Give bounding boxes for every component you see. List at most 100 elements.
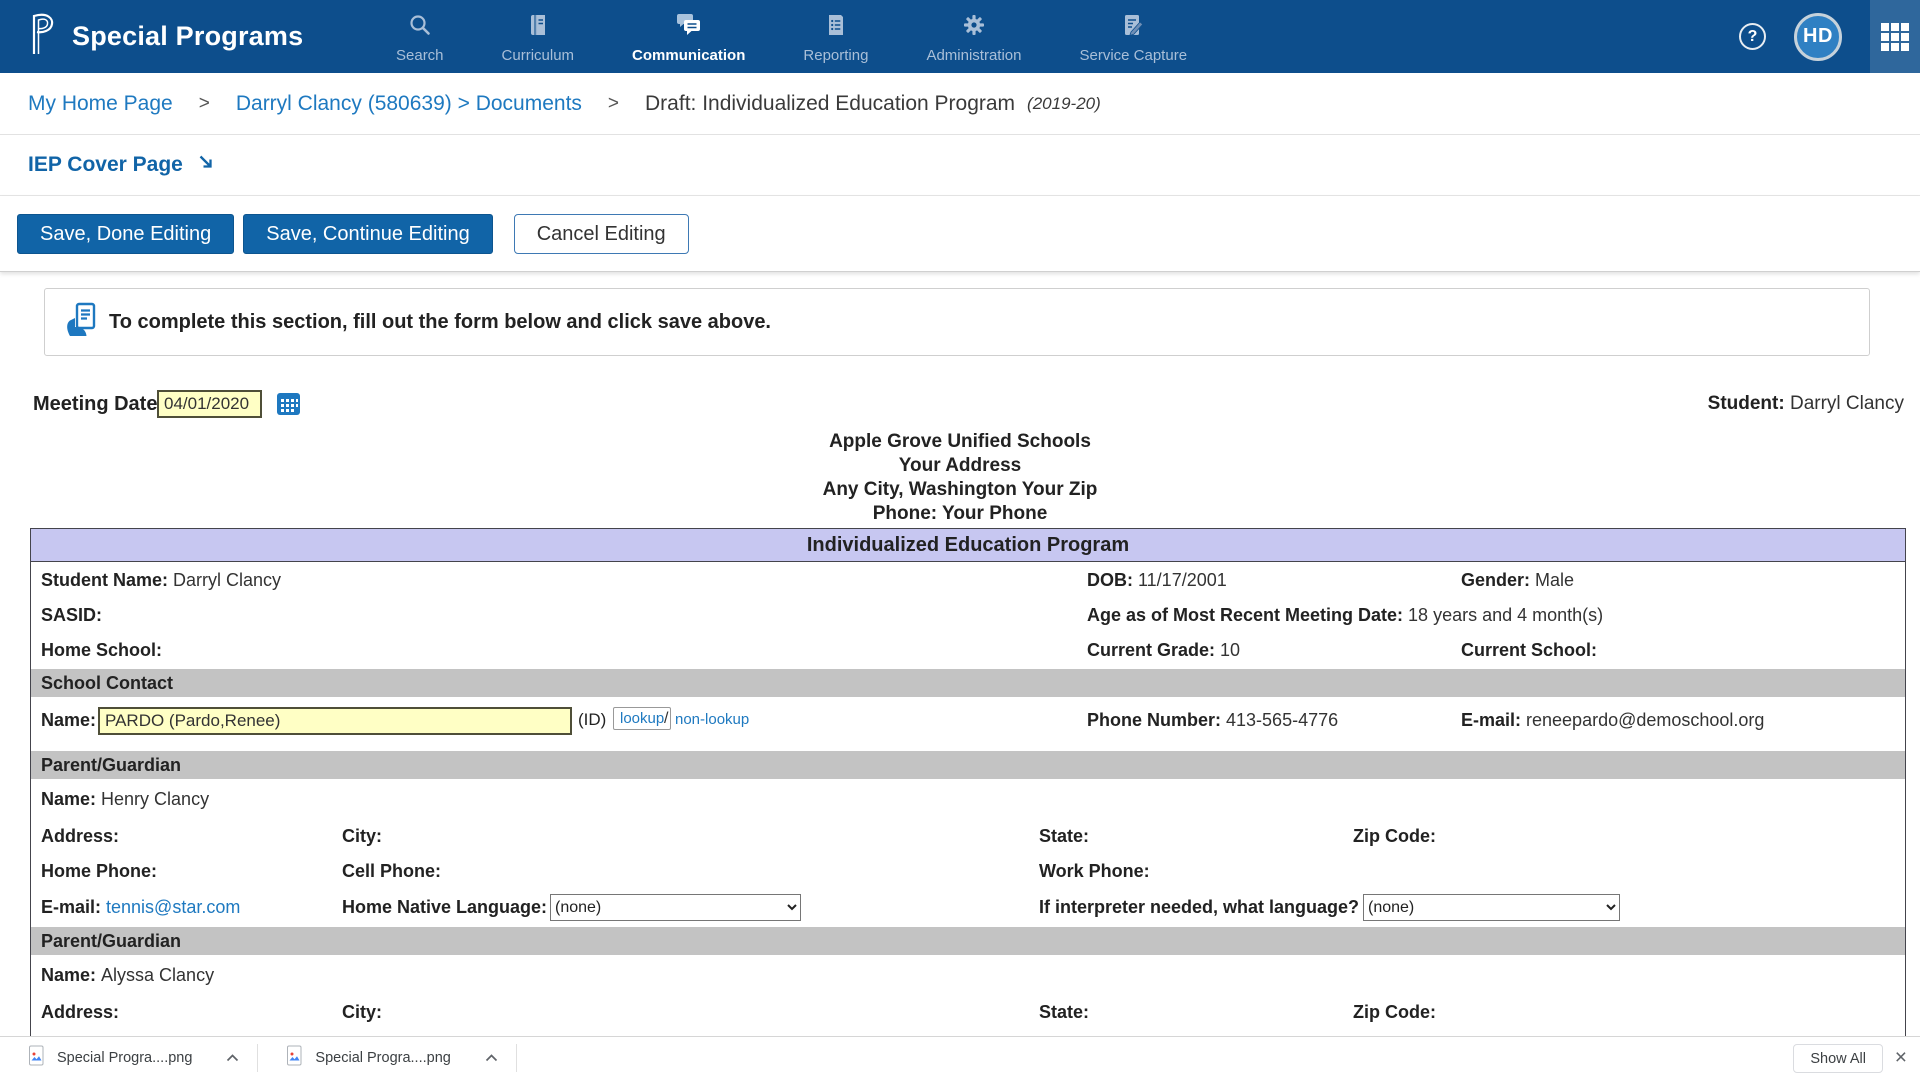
screen: Special Programs Search Curriculum Commu… <box>0 0 1920 1079</box>
breadcrumb-home-link[interactable]: My Home Page <box>28 92 173 116</box>
home-native-language-select[interactable]: (none) <box>550 894 801 921</box>
field-sasid: SASID: <box>41 598 107 633</box>
iep-cover-page-link[interactable]: IEP Cover Page <box>28 153 215 177</box>
guardian1-state-label: State: <box>1039 819 1094 854</box>
breadcrumb-student-documents-link[interactable]: Darryl Clancy (580639) > Documents <box>236 92 582 116</box>
row-school-contact: Name: (ID) lookup / non-lookup Phone Num… <box>31 697 1905 745</box>
student-label: Student: <box>1708 393 1785 414</box>
download-item-2[interactable]: Special Progra....png <box>258 1037 515 1079</box>
row-guardian1-address: Address: City: State: Zip Code: <box>31 819 1905 854</box>
non-lookup-link[interactable]: non-lookup <box>675 711 749 728</box>
nav-item-communication[interactable]: Communication <box>632 13 745 64</box>
save-continue-editing-button[interactable]: Save, Continue Editing <box>243 214 492 254</box>
guardian2-zip-label: Zip Code: <box>1353 995 1441 1030</box>
iep-form-table: Individualized Education Program Student… <box>30 528 1906 1042</box>
save-done-editing-button[interactable]: Save, Done Editing <box>17 214 234 254</box>
brand-title: Special Programs <box>72 21 303 52</box>
section-row: IEP Cover Page <box>0 135 1920 196</box>
nav-item-service-capture[interactable]: Service Capture <box>1079 13 1187 64</box>
report-icon <box>824 13 848 42</box>
field-home-school: Home School: <box>41 633 167 668</box>
row-sasid-age: SASID: Age as of Most Recent Meeting Dat… <box>31 598 1905 633</box>
field-gender: Gender:Male <box>1461 563 1574 598</box>
guardian2-city-label: City: <box>342 995 387 1030</box>
breadcrumb-separator: > <box>199 93 210 115</box>
interpreter-language-select[interactable]: (none) <box>1363 894 1620 921</box>
brand[interactable]: Special Programs <box>0 11 330 62</box>
contact-name-input[interactable] <box>98 707 572 735</box>
image-file-icon <box>28 1045 45 1071</box>
section-band-parent-guardian-1: Parent/Guardian <box>31 751 1905 779</box>
notice-text: To complete this section, fill out the f… <box>109 311 771 334</box>
lookup-link[interactable]: lookup <box>613 707 671 730</box>
meeting-row: Meeting Date: Student: Darryl Clancy <box>0 386 1920 422</box>
field-age: Age as of Most Recent Meeting Date:18 ye… <box>1087 598 1603 633</box>
guardian2-address-label: Address: <box>41 995 124 1030</box>
nav-item-administration[interactable]: Administration <box>926 13 1021 64</box>
gear-icon <box>962 13 986 42</box>
calendar-icon[interactable] <box>276 391 301 422</box>
powerschool-logo-icon <box>26 11 60 62</box>
breadcrumb: My Home Page > Darryl Clancy (580639) > … <box>0 73 1920 135</box>
row-guardian1-name: Name:Henry Clancy <box>31 779 1905 819</box>
user-avatar[interactable]: HD <box>1794 13 1842 61</box>
top-nav-bar: Special Programs Search Curriculum Commu… <box>0 0 1920 73</box>
guardian1-language-label: Home Native Language: <box>342 897 552 918</box>
meeting-date-label: Meeting Date: <box>33 386 164 422</box>
downloads-bar: Special Progra....png Special Progra....… <box>0 1036 1920 1079</box>
main-nav: Search Curriculum Communication Reportin… <box>396 0 1187 73</box>
student-indicator: Student: Darryl Clancy <box>1708 386 1904 422</box>
contact-phone: Phone Number:413-565-4776 <box>1087 710 1338 731</box>
guardian1-interpreter-label: If interpreter needed, what language? <box>1039 897 1364 918</box>
nav-item-search[interactable]: Search <box>396 13 444 64</box>
student-name: Darryl Clancy <box>1790 393 1904 414</box>
meeting-date-input[interactable] <box>157 390 262 418</box>
field-student-name: Student Name:Darryl Clancy <box>41 563 281 598</box>
nav-label: Administration <box>926 47 1021 64</box>
apps-grid-icon <box>1881 23 1909 51</box>
breadcrumb-current: Draft: Individualized Education Program <box>645 92 1015 116</box>
help-icon[interactable]: ? <box>1739 23 1766 50</box>
show-all-button[interactable]: Show All <box>1793 1044 1883 1073</box>
nav-label: Service Capture <box>1079 47 1187 64</box>
nav-label: Search <box>396 47 444 64</box>
service-capture-icon <box>1121 13 1145 42</box>
guardian1-cell-phone-label: Cell Phone: <box>342 854 446 889</box>
district-name: Apple Grove Unified Schools <box>0 430 1920 454</box>
nav-label: Curriculum <box>502 47 575 64</box>
nav-item-curriculum[interactable]: Curriculum <box>502 13 575 64</box>
guardian2-state-label: State: <box>1039 995 1094 1030</box>
row-guardian1-phones: Home Phone: Cell Phone: Work Phone: <box>31 854 1905 889</box>
iep-table-title: Individualized Education Program <box>31 529 1905 562</box>
section-title: IEP Cover Page <box>28 153 183 177</box>
field-current-school: Current School: <box>1461 633 1602 668</box>
note-in-hand-icon <box>45 301 101 344</box>
field-current-grade: Current Grade:10 <box>1087 633 1240 668</box>
district-phone: Phone: Your Phone <box>0 502 1920 526</box>
field-dob: DOB:11/17/2001 <box>1087 563 1227 598</box>
guardian1-email-link[interactable]: tennis@star.com <box>106 897 240 917</box>
search-icon <box>408 13 432 42</box>
row-guardian2-address: Address: City: State: Zip Code: <box>31 995 1905 1030</box>
notice-box: To complete this section, fill out the f… <box>44 288 1870 356</box>
open-section-arrow-icon <box>197 153 215 177</box>
close-downloads-icon[interactable]: × <box>1895 1045 1907 1071</box>
contact-name-label: Name: <box>41 710 101 731</box>
district-city: Any City, Washington Your Zip <box>0 478 1920 502</box>
top-right-cluster: ? HD <box>1739 0 1920 73</box>
apps-menu-button[interactable] <box>1870 0 1920 73</box>
chevron-up-icon[interactable] <box>485 1054 498 1062</box>
row-guardian1-email-language: E-mail:tennis@star.com Home Native Langu… <box>31 889 1905 927</box>
cancel-editing-button[interactable]: Cancel Editing <box>514 214 689 254</box>
download-item-1[interactable]: Special Progra....png <box>0 1037 257 1079</box>
chevron-up-icon[interactable] <box>226 1054 239 1062</box>
download-file-name: Special Progra....png <box>315 1050 450 1066</box>
guardian1-email: E-mail:tennis@star.com <box>41 897 240 918</box>
guardian2-name: Name:Alyssa Clancy <box>41 955 214 995</box>
guardian1-home-phone-label: Home Phone: <box>41 854 162 889</box>
chat-icon <box>675 13 702 42</box>
guardian1-work-phone-label: Work Phone: <box>1039 854 1155 889</box>
lookup-slash: / <box>664 710 668 728</box>
nav-item-reporting[interactable]: Reporting <box>803 13 868 64</box>
row-guardian2-name: Name:Alyssa Clancy <box>31 955 1905 995</box>
